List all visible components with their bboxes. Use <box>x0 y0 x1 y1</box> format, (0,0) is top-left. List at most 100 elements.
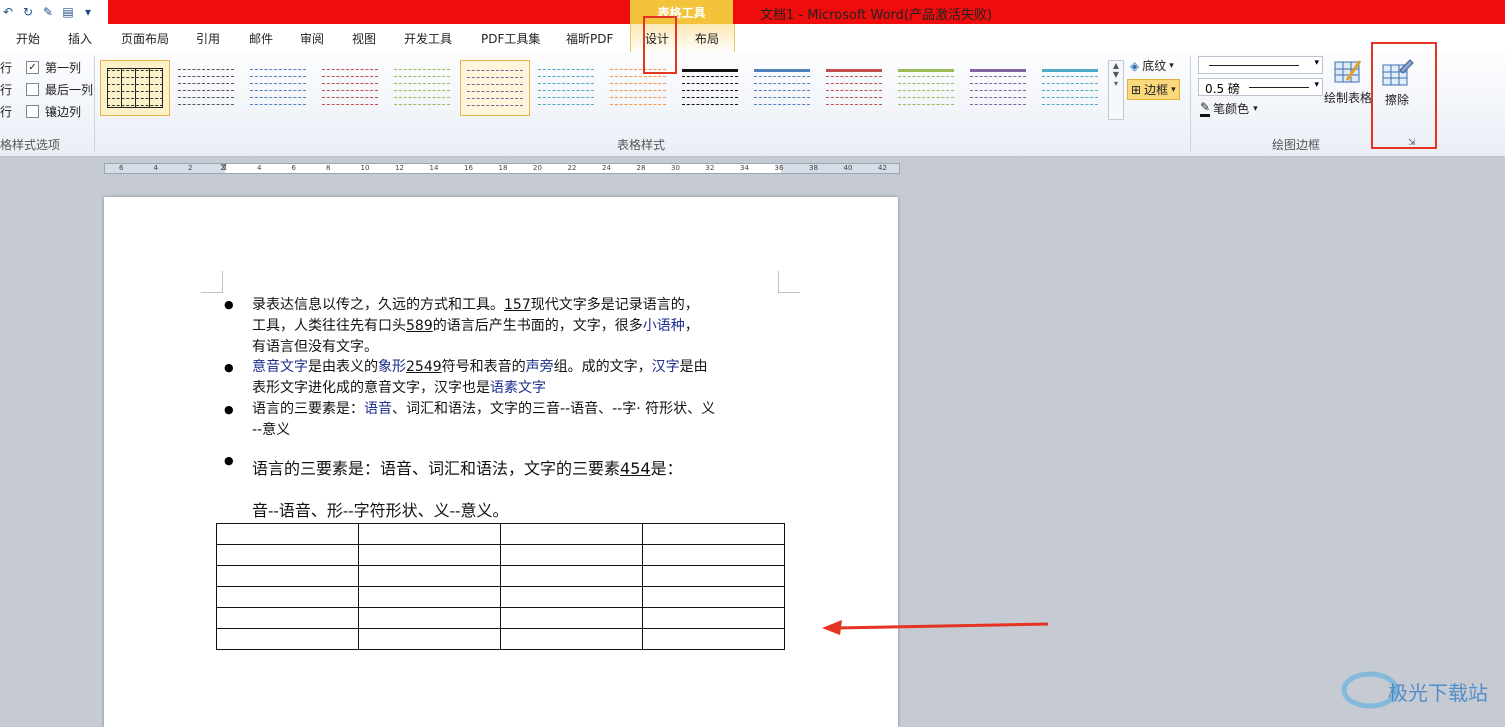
tab-layout[interactable]: 布局 <box>695 30 719 47</box>
table-style-line <box>250 69 306 70</box>
pen-color-button[interactable]: ✎ 笔颜色 ▾ <box>1200 100 1258 117</box>
horizontal-ruler[interactable]: 6 4 2 2 4 6 8 10 12 14 16 18 20 22 24 28 30 32 34 36 38 40 42 … <box>104 163 900 174</box>
link-text[interactable]: 汉字 <box>652 359 680 375</box>
tab-developer[interactable]: 开发工具 <box>404 30 452 47</box>
link-text[interactable]: 语音 <box>364 401 392 417</box>
tab-home[interactable]: 开始 <box>16 30 40 47</box>
table-style-thumb[interactable] <box>532 60 602 116</box>
table-cell[interactable] <box>216 544 359 566</box>
table-style-thumb[interactable] <box>892 60 962 116</box>
link-text[interactable]: 象形 <box>378 359 406 375</box>
indent-marker-icon[interactable]: ⧖ <box>220 164 227 173</box>
table-cell[interactable] <box>358 544 501 566</box>
table-cell[interactable] <box>500 565 643 587</box>
paragraph-4[interactable]: 语言的三要素是：语音、词汇和语法，文字的三要素454是： 音--语音、形--字符… <box>252 448 782 532</box>
table-cell[interactable] <box>500 523 643 545</box>
table-cell[interactable] <box>358 565 501 587</box>
table-cell[interactable] <box>216 628 359 650</box>
table-style-line <box>898 97 954 98</box>
option-last-column[interactable]: 行 最后一列 <box>0 81 93 98</box>
table-cell[interactable] <box>642 586 785 608</box>
option-row-prefix: 行 <box>0 105 13 119</box>
table-style-line <box>322 76 378 77</box>
table-cell[interactable] <box>500 628 643 650</box>
tab-foxit-pdf[interactable]: 福昕PDF <box>566 30 613 47</box>
table-style-thumb[interactable] <box>964 60 1034 116</box>
line-style-dropdown[interactable]: ▾ <box>1198 56 1323 74</box>
print-preview-icon[interactable]: ▤ <box>60 4 76 20</box>
bullet-icon: ● <box>224 403 234 416</box>
table-cell[interactable] <box>358 523 501 545</box>
paragraph-2[interactable]: 意音文字是由表义的象形2549符号和表音的声旁组。成的文字，汉字是由 表形文字进… <box>252 357 782 399</box>
paragraph-3[interactable]: 语言的三要素是：语音、词汇和语法，文字的三音--语音、--字· 符形状、义 --… <box>252 399 782 441</box>
table-style-thumb[interactable] <box>388 60 458 116</box>
table-style-line <box>826 76 882 77</box>
tab-page-layout[interactable]: 页面布局 <box>121 30 169 47</box>
first-column-checkbox[interactable]: ✓ <box>26 61 40 74</box>
table-cell[interactable] <box>500 607 643 629</box>
line-weight-dropdown[interactable]: 0.5 磅 ▾ <box>1198 78 1323 96</box>
document-table[interactable] <box>216 523 785 650</box>
table-style-thumb[interactable] <box>676 60 746 116</box>
table-cell[interactable] <box>500 586 643 608</box>
table-cell[interactable] <box>500 544 643 566</box>
table-style-thumb[interactable] <box>820 60 890 116</box>
last-column-checkbox[interactable] <box>26 83 40 96</box>
banded-columns-checkbox[interactable] <box>26 105 40 118</box>
table-cell[interactable] <box>642 565 785 587</box>
table-style-line <box>538 69 594 70</box>
table-cell[interactable] <box>216 523 359 545</box>
table-style-line <box>754 104 810 105</box>
table-cell[interactable] <box>358 586 501 608</box>
table-cell[interactable] <box>642 544 785 566</box>
link-text[interactable]: 小语种 <box>643 318 685 334</box>
ribbon: 行 ✓ 第一列 行 最后一列 行 镶边列 格样式选项 ▲ ▼ ▾ 表格样式 ◈ 底纹… <box>0 52 1505 157</box>
table-cell[interactable] <box>216 607 359 629</box>
tab-references[interactable]: 引用 <box>196 30 220 47</box>
redo-icon[interactable]: ↻ <box>20 4 36 20</box>
table-style-line <box>322 90 378 91</box>
footnote-number: 2549 <box>406 359 442 375</box>
table-style-thumb[interactable] <box>1036 60 1106 116</box>
option-banded-columns[interactable]: 行 镶边列 <box>0 103 81 120</box>
link-text[interactable]: 声旁 <box>526 359 554 375</box>
ruler-number: 4 <box>153 164 158 172</box>
shading-button[interactable]: ◈ 底纹 ▾ <box>1130 57 1174 74</box>
table-cell[interactable] <box>216 586 359 608</box>
table-cell[interactable] <box>642 607 785 629</box>
gallery-scroll-buttons[interactable]: ▲ ▼ ▾ <box>1108 60 1124 120</box>
document-page[interactable]: ● 录表达信息以传之，久远的方式和工具。157现代文字多是记录语言的， 工具，人… <box>104 197 898 727</box>
table-style-line <box>898 90 954 91</box>
bullet-icon: ● <box>224 361 234 374</box>
tab-pdf-tools[interactable]: PDF工具集 <box>481 30 540 47</box>
table-cell[interactable] <box>642 628 785 650</box>
edit-icon[interactable]: ✎ <box>40 4 56 20</box>
table-style-line <box>394 76 450 77</box>
ruler-number: 30 <box>671 164 680 172</box>
customize-qat-icon[interactable]: ▾ <box>80 4 96 20</box>
table-cell[interactable] <box>216 565 359 587</box>
tab-review[interactable]: 审阅 <box>300 30 324 47</box>
tab-view[interactable]: 视图 <box>352 30 376 47</box>
table-cell[interactable] <box>358 607 501 629</box>
option-first-column[interactable]: 行 ✓ 第一列 <box>0 59 81 76</box>
table-style-thumb[interactable] <box>172 60 242 116</box>
table-style-thumb[interactable] <box>316 60 386 116</box>
tab-insert[interactable]: 插入 <box>68 30 92 47</box>
table-style-thumb[interactable] <box>244 60 314 116</box>
tab-mailings[interactable]: 邮件 <box>249 30 273 47</box>
table-style-thumb[interactable] <box>748 60 818 116</box>
table-cell[interactable] <box>642 523 785 545</box>
table-style-thumb[interactable] <box>100 60 170 116</box>
table-style-preview <box>826 67 882 107</box>
ruler-number: 14 <box>429 164 439 172</box>
link-text[interactable]: 语素文字 <box>490 380 546 396</box>
table-cell[interactable] <box>358 628 501 650</box>
borders-button[interactable]: ⊞ 边框 ▾ <box>1127 79 1180 100</box>
link-text[interactable]: 意音文字 <box>252 359 308 375</box>
paragraph-1[interactable]: 录表达信息以传之，久远的方式和工具。157现代文字多是记录语言的， 工具，人类往… <box>252 295 782 358</box>
table-style-options-group-label: 格样式选项 <box>0 138 61 152</box>
draw-table-button[interactable]: 绘制表格 <box>1322 58 1374 106</box>
undo-icon[interactable]: ↶ <box>0 4 16 20</box>
table-style-thumb[interactable] <box>460 60 530 116</box>
